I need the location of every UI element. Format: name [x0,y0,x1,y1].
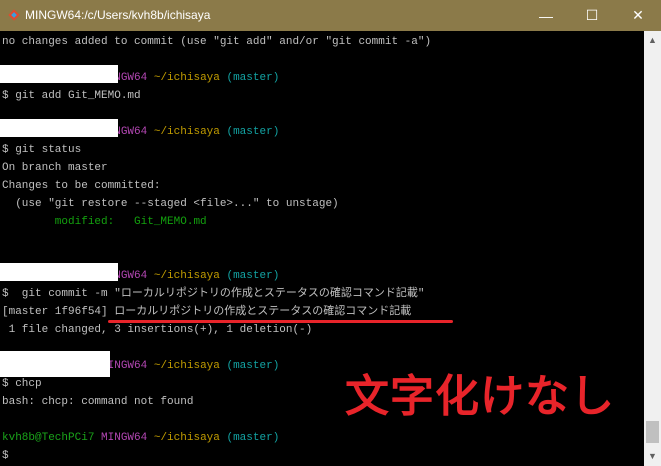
scroll-down-icon[interactable]: ▼ [644,451,661,461]
command-line: $ chcp [2,378,42,390]
title-bar: MINGW64:/c/Users/kvh8b/ichisaya — ☐ ✕ [0,0,661,31]
output-line: On branch master [2,162,108,174]
command-line: $ [2,450,9,462]
command-line: $ git commit -m "ローカルリポジトリの作成とステータスの確認コマ… [2,288,425,300]
output-line: 1 file changed, 3 insertions(+), 1 delet… [2,324,313,336]
redaction-box [0,263,118,281]
git-bash-icon [8,9,20,21]
minimize-button[interactable]: — [523,0,569,31]
output-line: no changes added to commit (use "git add… [2,36,432,48]
output-line: Changes to be committed: [2,180,161,192]
annotation-text: 文字化けなし [345,372,615,421]
scrollbar[interactable]: ▲ ▼ [644,31,661,466]
command-line: $ git add Git_MEMO.md [2,90,141,102]
redaction-box [0,119,118,137]
prompt-line: kvh8b@TechPCi7 MINGW64 ~/ichisaya (maste… [2,432,280,444]
output-line: [master 1f96f54] ローカルリポジトリの作成とステータスの確認コマ… [2,306,412,318]
output-line: (use "git restore --staged <file>..." to… [2,198,339,210]
modified-line: modified: Git_MEMO.md [2,216,207,228]
window-title: MINGW64:/c/Users/kvh8b/ichisaya [25,8,211,22]
redaction-box [0,351,110,377]
command-line: $ git status [2,144,82,156]
output-line: bash: chcp: command not found [2,396,194,408]
highlight-underline [108,320,453,323]
redaction-box [0,65,118,83]
maximize-button[interactable]: ☐ [569,0,615,31]
close-button[interactable]: ✕ [615,0,661,31]
scroll-up-icon[interactable]: ▲ [644,35,661,45]
scroll-thumb[interactable] [646,421,659,443]
